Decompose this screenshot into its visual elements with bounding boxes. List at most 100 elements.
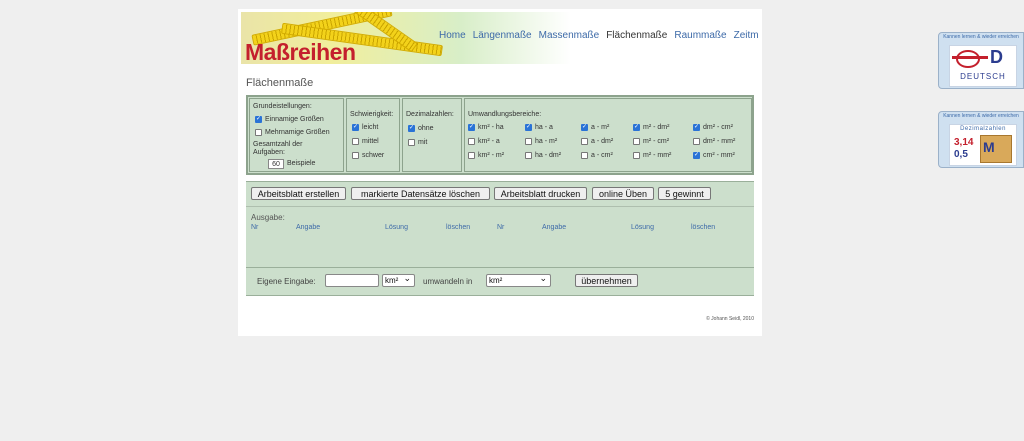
custom-input-row: Eigene Eingabe: km² umwandeln in km² übe… [246,267,754,296]
deutsch-badge[interactable]: Kannen lernen & wieder erreichen D DEUTS… [938,32,1024,89]
output-label: Ausgabe: [251,213,285,222]
settings-panel: Grundeistellungen: Einnamige Größen Mehr… [246,95,754,175]
conversion-checkbox[interactable] [525,138,532,145]
difficulty-title: Schwierigkeit: [350,111,394,118]
five-wins-button[interactable]: 5 gewinnt [658,187,711,200]
col-loesung-2: Lösung [631,224,654,231]
multi-name-label: Mehrnamige Größen [265,129,330,136]
from-unit-select[interactable]: km² [382,272,415,287]
conversion-checkbox[interactable] [633,152,640,159]
nav-massenmasse[interactable]: Massenmaße [539,30,600,41]
col-nr-2: Nr [497,224,505,231]
to-unit-value: km² [489,276,503,285]
from-unit-value: km² [385,276,399,285]
decimal-title: Dezimalzahlen: [406,111,454,118]
action-bar: Arbeitsblatt erstellen markierte Datensä… [246,181,754,206]
conversion-label: km² - a [478,138,500,145]
difficulty-box: Schwierigkeit: leicht mittel schwer [346,98,400,172]
conversion-checkbox[interactable] [581,152,588,159]
dezimalzahlen-badge-image: Dezimalzahlen 3,14 0,5 M [949,124,1017,166]
dezimalzahlen-badge[interactable]: Kannen lernen & wieder erreichen Dezimal… [938,111,1024,168]
nav-laengenmasse[interactable]: Längenmaße [473,30,532,41]
online-practice-button[interactable]: online Üben [592,187,654,200]
conversion-label: ha - a [535,124,553,131]
conversion-label: a - dm² [591,138,614,145]
difficulty-hard-checkbox[interactable] [352,152,359,159]
conversion-checkbox[interactable] [633,138,640,145]
conversion-checkbox[interactable] [525,123,532,131]
total-tasks-input[interactable]: 60 [268,159,284,169]
copyright: © Johann Seidl, 2010 [706,316,754,322]
conversion-label: a - m² [591,124,610,131]
nav-home[interactable]: Home [439,30,466,41]
site-logo[interactable]: Maßreihen [245,39,356,64]
conversion-checkbox[interactable] [693,123,700,131]
conversion-label: m² - cm² [643,138,670,145]
conversion-label: a - cm² [591,152,613,159]
conversion-checkbox[interactable] [525,152,532,159]
conversion-checkbox[interactable] [468,152,475,159]
col-angabe: Angabe [296,224,321,231]
decimal-with-checkbox[interactable] [408,139,415,146]
total-tasks-unit: Beispiele [287,160,316,167]
conversion-checkbox[interactable] [468,123,475,131]
custom-input-label: Eigene Eingabe: [257,277,316,286]
main-nav: Home Längenmaße Massenmaße Flächenmaße R… [439,30,759,41]
convert-label: umwandeln in [423,277,473,286]
difficulty-medium-checkbox[interactable] [352,138,359,145]
multi-name-checkbox[interactable] [255,129,262,136]
conversion-ranges-box: Umwandlungsbereiche: km² - ha ha - a a - m… [464,98,752,172]
print-worksheet-button[interactable]: Arbeitsblatt drucken [494,187,587,200]
conversion-label: ha - dm² [535,152,562,159]
conversion-label: cm² - mm² [703,152,735,159]
col-loeschen: löschen [446,224,471,231]
conversion-checkbox[interactable] [633,123,640,131]
decimal-without-checkbox[interactable] [408,124,415,132]
output-panel: Ausgabe: Nr Angabe Lösung löschen Nr Ang… [246,206,754,267]
dezimal-badge-title: Dezimalzahlen [960,126,1006,132]
single-name-label: Einnamige Größen [265,116,324,123]
col-loeschen-2: löschen [691,224,716,231]
nav-flaechenmasse[interactable]: Flächenmaße [606,30,667,41]
total-tasks-label: Gesamtzahl der Aufgaben: [253,141,303,156]
custom-value-input[interactable] [325,274,379,287]
conversion-checkbox[interactable] [581,138,588,145]
basic-settings-title: Grundeistellungen: [253,103,312,110]
difficulty-easy-checkbox[interactable] [352,123,359,131]
conversion-checkbox[interactable] [693,151,700,159]
conversion-checkbox[interactable] [468,138,475,145]
conversion-ranges-title: Umwandlungsbereiche: [468,111,542,118]
basic-settings-box: Grundeistellungen: Einnamige Größen Mehr… [249,98,344,172]
main-page: Maßreihen Home Längenmaße Massenmaße Flä… [238,9,762,336]
page-title: Flächenmaße [246,77,314,89]
to-unit-select[interactable]: km² [486,272,551,287]
conversion-label: dm² - mm² [703,138,736,145]
nav-raummasse[interactable]: Raummaße [674,30,726,41]
conversion-checkbox[interactable] [581,123,588,131]
single-name-checkbox[interactable] [255,115,262,123]
difficulty-hard-label: schwer [362,152,385,159]
nav-zeitmasse[interactable]: Zeitmaße [734,30,759,41]
col-angabe-2: Angabe [542,224,567,231]
create-worksheet-button[interactable]: Arbeitsblatt erstellen [251,187,346,200]
conversion-label: km² - m² [478,152,505,159]
col-nr: Nr [251,224,259,231]
decimal-with-label: mit [418,139,428,146]
badge-tagline: Kannen lernen & wieder erreichen [943,34,1019,40]
col-loesung: Lösung [385,224,408,231]
conversion-label: m² - dm² [643,124,670,131]
difficulty-medium-label: mittel [362,138,379,145]
decimal-box: Dezimalzahlen: ohne mit [402,98,462,172]
badge-tagline: Kannen lernen & wieder erreichen [943,113,1019,119]
deutsch-badge-image: D DEUTSCH [949,45,1017,87]
deutsch-badge-title: DEUTSCH [960,72,1006,81]
header-banner: Maßreihen Home Längenmaße Massenmaße Flä… [241,12,759,64]
conversion-label: dm² - cm² [703,124,733,131]
conversion-label: km² - ha [478,124,504,131]
conversion-checkbox[interactable] [693,138,700,145]
conversion-label: m² - mm² [643,152,672,159]
apply-button[interactable]: übernehmen [575,274,638,287]
delete-marked-button[interactable]: markierte Datensätze löschen [351,187,490,200]
difficulty-easy-label: leicht [362,124,379,131]
conversion-label: ha - m² [535,138,558,145]
